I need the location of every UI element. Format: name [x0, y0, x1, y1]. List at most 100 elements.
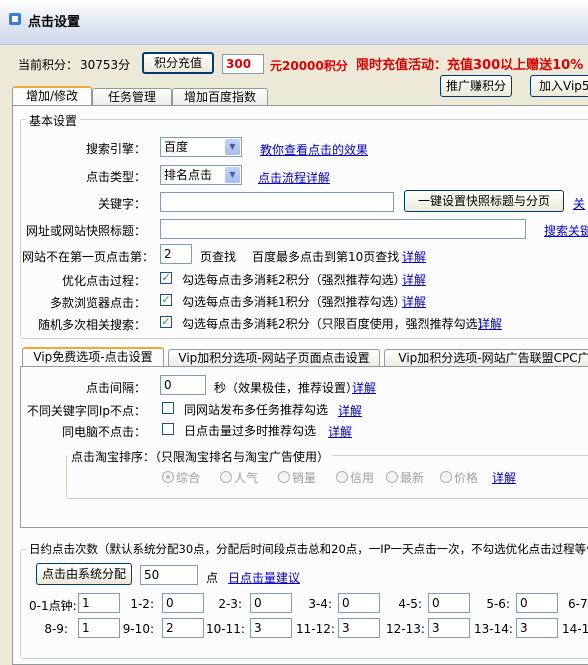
hour-label: 4-5: [398, 597, 422, 611]
tab-vip-subpage[interactable]: Vip加积分选项-网站子页面点击设置 [168, 349, 380, 367]
same-pc-text: 日点击量过多时推荐勾选 [184, 424, 317, 438]
taobao-option-label: 人气 [234, 471, 259, 485]
keyword-close-link[interactable]: 关 [573, 195, 585, 212]
interval-label: 点击间隔： [85, 381, 146, 395]
taobao-radio-1[interactable] [220, 471, 232, 483]
points-label: 当前积分： [18, 58, 79, 72]
one-click-title-button[interactable]: 一键设置快照标题与分页 [404, 190, 564, 212]
hour-label: 12-13: [386, 622, 425, 636]
optimize-label: 优化点击过程： [61, 274, 146, 288]
taobao-option-label: 最新 [400, 471, 425, 485]
hour-label: 3-4: [308, 597, 332, 611]
page-label: 网站不在第一页点击第： [22, 250, 155, 264]
taobao-option-label: 信用 [350, 471, 375, 485]
random-search-label: 随机多次相关搜索： [37, 318, 146, 332]
taobao-sort-legend: 点击淘宝排序：（只限淘宝排名与淘宝广告使用） [68, 448, 333, 465]
hour-label: 9-10: [122, 622, 154, 636]
taobao-help-link[interactable]: 详解 [492, 469, 516, 486]
optimize-checkbox[interactable]: ✓ [160, 272, 172, 284]
hour-input[interactable]: 3 [338, 618, 380, 638]
engine-label: 搜索引擎： [85, 142, 146, 156]
click-type-help-link[interactable]: 点击流程详解 [258, 169, 330, 186]
random-search-help-link[interactable]: 详解 [478, 315, 502, 332]
diff-ip-text: 同网站发布多任务推荐勾选 [184, 403, 329, 417]
browser-help-link[interactable]: 详解 [402, 293, 426, 310]
chevron-down-icon: ▼ [225, 139, 240, 155]
referral-button[interactable]: 推广赚积分 [440, 75, 512, 97]
page-help-link[interactable]: 详解 [402, 248, 426, 265]
daily-total-unit: 点 [206, 571, 219, 585]
taobao-radio-4[interactable] [386, 471, 398, 483]
keyword-label: 关键字： [97, 197, 146, 211]
hour-input[interactable]: 2 [162, 618, 204, 638]
interval-help-link[interactable]: 详解 [352, 379, 376, 396]
url-help-link[interactable]: 搜索关键 [544, 222, 588, 239]
taobao-radio-0[interactable] [162, 471, 174, 483]
system-allocate-button[interactable]: 点击由系统分配 [36, 563, 132, 585]
browser-checkbox[interactable]: ✓ [160, 294, 172, 306]
chevron-down-icon: ▼ [225, 167, 240, 183]
hour-input[interactable]: 0 [428, 593, 470, 613]
hour-label: 13-14: [474, 622, 513, 636]
same-pc-checkbox[interactable] [162, 423, 174, 435]
hour-label: 6-7 [568, 597, 588, 611]
join-vip-button[interactable]: 加入Vip5 [530, 75, 588, 97]
optimize-help-link[interactable]: 详解 [402, 271, 426, 288]
interval-note: 秒（效果极佳，推荐设置） [214, 381, 359, 395]
diff-ip-label: 不同关键字同Ip不点： [26, 404, 146, 418]
taobao-radio-5[interactable] [440, 471, 452, 483]
daily-suggest-link[interactable]: 日点击量建议 [228, 569, 300, 586]
click-type-select[interactable]: 排名点击 ▼ [160, 165, 242, 185]
hour-input[interactable]: 0 [162, 593, 204, 613]
diff-ip-help-link[interactable]: 详解 [338, 402, 362, 419]
tab-task-manage[interactable]: 任务管理 [92, 88, 172, 106]
hour-input[interactable]: 3 [250, 618, 292, 638]
hour-label: 10-11: [206, 622, 245, 636]
random-search-text: 勾选每点击多消耗2积分（只限百度使用，强烈推荐勾选） [182, 317, 490, 331]
page-input[interactable]: 2 [160, 244, 192, 264]
engine-select[interactable]: 百度 ▼ [160, 137, 242, 157]
hour-label: 1-2: [130, 597, 154, 611]
same-pc-label: 同电脑不点击： [61, 425, 146, 439]
url-input[interactable] [160, 219, 526, 239]
taobao-option-label: 价格 [454, 471, 479, 485]
random-search-checkbox[interactable]: ✓ [160, 316, 172, 328]
recharge-button[interactable]: 积分充值 [142, 52, 214, 74]
tab-vip-cpc[interactable]: Vip加积分选项-网站广告联盟CPC广 [384, 349, 588, 367]
keyword-input[interactable] [160, 192, 394, 212]
taobao-radio-3[interactable] [336, 471, 348, 483]
same-pc-help-link[interactable]: 详解 [328, 423, 352, 440]
amount-desc: 元20000积分 [270, 59, 348, 73]
interval-input[interactable]: 0 [160, 375, 206, 395]
basic-settings-legend: 基本设置 [26, 112, 81, 129]
hour-input[interactable]: 3 [516, 618, 558, 638]
diff-ip-checkbox[interactable] [162, 402, 174, 414]
hour-label: 0-1点钟: [29, 599, 77, 613]
tab-vip-free[interactable]: Vip免费选项-点击设置 [22, 347, 164, 367]
hour-label: 14-15 [562, 622, 588, 636]
tab-baidu-index[interactable]: 增加百度指数 [172, 88, 268, 106]
hour-input[interactable]: 0 [516, 593, 558, 613]
hour-input[interactable]: 1 [78, 618, 120, 638]
hour-input[interactable]: 0 [338, 593, 380, 613]
hour-input[interactable]: 0 [250, 593, 292, 613]
hour-label: 5-6: [486, 597, 510, 611]
hour-input[interactable]: 3 [428, 618, 470, 638]
taobao-option-label: 销量 [292, 471, 317, 485]
tab-add-edit[interactable]: 增加/修改 [12, 86, 92, 106]
points-value: 30753分 [80, 58, 131, 72]
engine-select-value: 百度 [164, 140, 189, 154]
hour-label: 11-12: [296, 622, 335, 636]
page-suffix: 页查找 [200, 250, 237, 264]
engine-help-link[interactable]: 教你查看点击的效果 [260, 141, 368, 158]
daily-total-input[interactable]: 50 [140, 565, 198, 585]
amount-input[interactable]: 300 [222, 54, 264, 74]
app-icon [9, 13, 21, 25]
click-type-select-value: 排名点击 [164, 168, 213, 182]
browser-text: 勾选每点击多消耗1积分（强烈推荐勾选） [182, 295, 406, 309]
taobao-radio-2[interactable] [278, 471, 290, 483]
taobao-option-label: 综合 [176, 471, 201, 485]
hour-input[interactable]: 1 [78, 593, 120, 613]
daily-clicks-legend: 日约点击次数（默认系统分配30点，分配后时间段点击总和20点，一IP一天点击一次… [26, 541, 588, 557]
optimize-text: 勾选每点击多消耗2积分（强烈推荐勾选） [182, 273, 406, 287]
